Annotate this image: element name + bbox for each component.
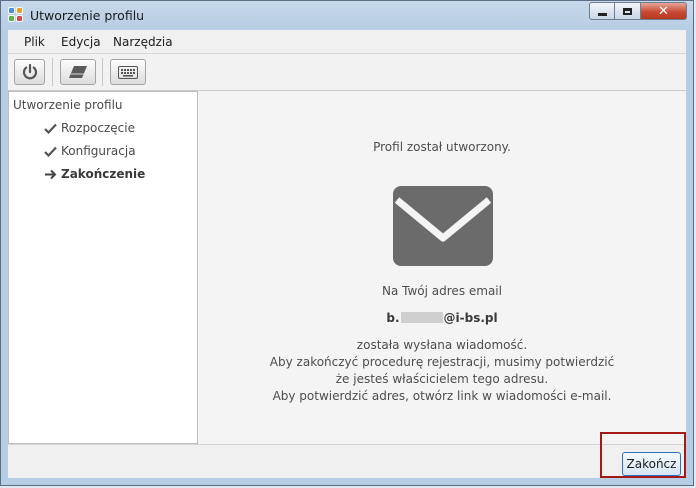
toolbar [8,54,686,91]
window-title: Utworzenie profilu [30,8,145,23]
menu-edycja[interactable]: Edycja [61,35,101,49]
email-prefix: b. [386,311,400,325]
clear-button[interactable] [60,59,96,85]
keyboard-icon [118,65,138,79]
info-line: Aby zakończyć procedurę rejestracji, mus… [269,355,615,369]
steps-panel: Utworzenie profilu Rozpoczęcie Konfigura… [8,91,198,444]
title-bar[interactable]: Utworzenie profilu ✕ [1,1,693,31]
menu-bar: Plik Edycja Narzędzia [8,30,686,54]
close-button[interactable]: ✕ [641,2,687,20]
step-rozpoczecie[interactable]: Rozpoczęcie [43,121,135,135]
check-icon [43,123,57,134]
button-bar [8,444,686,478]
menu-plik[interactable]: Plik [24,35,45,49]
close-icon: ✕ [658,3,669,19]
app-logo-icon [8,7,24,23]
keyboard-button[interactable] [110,59,146,85]
check-icon [43,146,57,157]
finish-button[interactable]: Zakończ [622,452,681,476]
step-konfiguracja[interactable]: Konfiguracja [43,144,136,158]
status-message: Profil został utworzony. [373,140,511,154]
power-icon [22,63,37,80]
toolbar-separator [102,58,103,86]
minimize-button[interactable] [589,2,615,20]
step-label: Konfiguracja [61,144,136,158]
info-line: została wysłana wiadomość. [356,338,528,352]
power-button[interactable] [14,59,45,85]
content-panel: Profil został utworzony. Na Twój adres e… [198,91,686,444]
envelope-icon [393,186,493,266]
info-line: Aby potwierdzić adres, otwórz link w wia… [272,389,612,403]
email-redaction [400,312,443,323]
eraser-icon [69,66,87,78]
maximize-icon [623,7,632,15]
tree-root[interactable]: Utworzenie profilu [13,98,123,112]
email-address: b. @i-bs.pl [198,311,686,325]
minimize-icon [597,12,607,16]
arrow-right-icon [43,169,57,180]
menu-narzedzia[interactable]: Narzędzia [113,35,173,49]
email-intro: Na Twój adres email [382,284,502,298]
step-label: Zakończenie [61,167,146,181]
toolbar-separator [52,58,53,86]
info-line: że jesteś właścicielem tego adresu. [335,372,549,386]
email-domain: @i-bs.pl [443,311,498,325]
step-zakonczenie[interactable]: Zakończenie [43,167,145,181]
maximize-button[interactable] [615,2,641,20]
window-controls: ✕ [589,2,687,20]
step-label: Rozpoczęcie [61,121,135,135]
